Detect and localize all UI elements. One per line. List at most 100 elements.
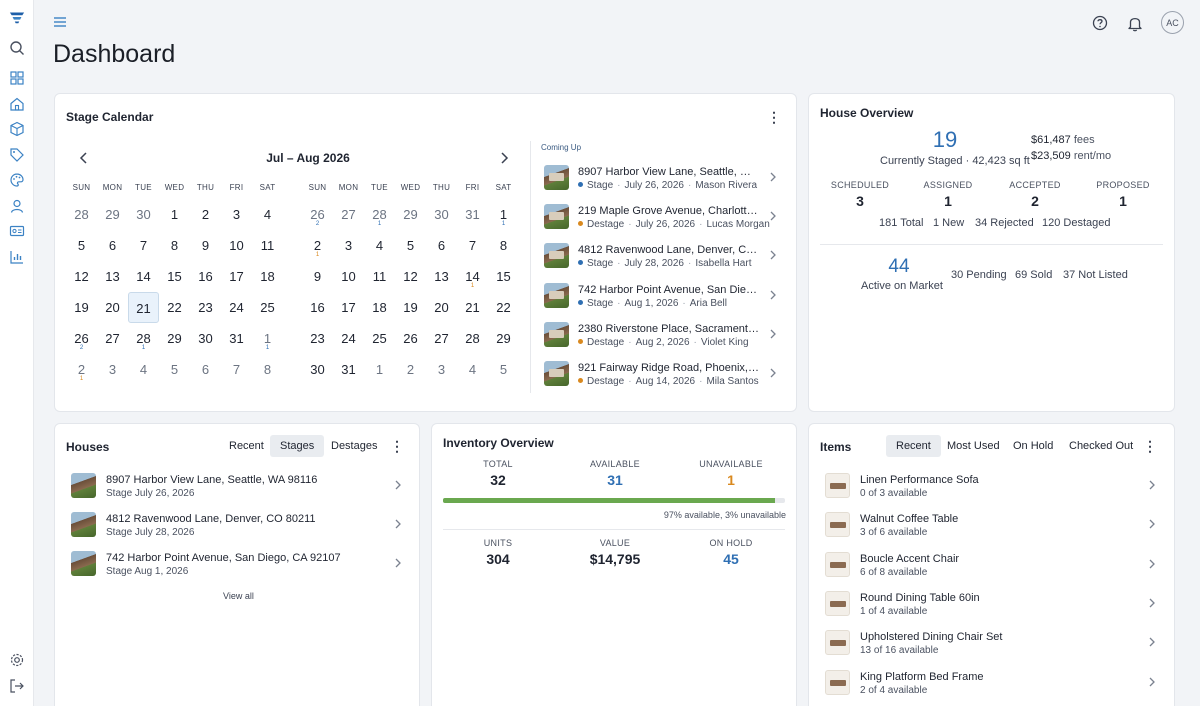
calendar-prev-icon[interactable] bbox=[77, 151, 91, 165]
calendar-day[interactable]: 27 bbox=[426, 323, 457, 354]
calendar-day[interactable]: 23 bbox=[190, 292, 221, 323]
calendar-day[interactable]: 15 bbox=[159, 261, 190, 292]
calendar-day[interactable]: 20 bbox=[97, 292, 128, 323]
calendar-day[interactable]: 5 bbox=[66, 230, 97, 261]
calendar-day[interactable]: 21 bbox=[302, 230, 333, 261]
chevron-right-icon[interactable] bbox=[1147, 597, 1157, 609]
calendar-day[interactable]: 28 bbox=[66, 199, 97, 230]
calendar-day[interactable]: 4 bbox=[457, 354, 488, 385]
calendar-day[interactable]: 11 bbox=[252, 323, 283, 354]
calendar-day[interactable]: 10 bbox=[221, 230, 252, 261]
calendar-day[interactable]: 11 bbox=[488, 199, 519, 230]
coming-up-item[interactable]: 219 Maple Grove Avenue, Charlotte, NC 28… bbox=[541, 199, 781, 235]
calendar-day[interactable]: 3 bbox=[97, 354, 128, 385]
calendar-day[interactable]: 7 bbox=[221, 354, 252, 385]
items-tab-most-used[interactable]: Most Used bbox=[937, 435, 1010, 457]
calendar-day[interactable]: 30 bbox=[302, 354, 333, 385]
calendar-day[interactable]: 29 bbox=[488, 323, 519, 354]
chevron-right-icon[interactable] bbox=[1147, 558, 1157, 570]
calendar-day[interactable]: 28 1 bbox=[364, 199, 395, 230]
chevron-right-icon[interactable] bbox=[768, 171, 778, 183]
coming-up-item[interactable]: 4812 Ravenwood Lane, Denver, CO 80211Sta… bbox=[541, 238, 781, 274]
calendar-day[interactable]: 29 bbox=[395, 199, 426, 230]
item-list-item[interactable]: Walnut Coffee Table 3 of 6 available bbox=[821, 507, 1163, 546]
calendar-day[interactable]: 1 bbox=[159, 199, 190, 230]
calendar-more-icon[interactable]: ⋮ bbox=[767, 110, 781, 124]
chevron-right-icon[interactable] bbox=[393, 557, 403, 569]
calendar-day[interactable]: 20 bbox=[426, 292, 457, 323]
calendar-day[interactable]: 2 bbox=[190, 199, 221, 230]
item-list-item[interactable]: King Platform Bed Frame 2 of 4 available bbox=[821, 665, 1163, 704]
calendar-day[interactable]: 31 bbox=[221, 323, 252, 354]
id-card-icon[interactable] bbox=[9, 223, 25, 239]
calendar-day[interactable]: 24 bbox=[221, 292, 252, 323]
calendar-day[interactable]: 25 bbox=[252, 292, 283, 323]
calendar-day[interactable]: 26 2 bbox=[66, 323, 97, 354]
calendar-day[interactable]: 13 bbox=[97, 261, 128, 292]
calendar-day[interactable]: 13 bbox=[426, 261, 457, 292]
chevron-right-icon[interactable] bbox=[768, 249, 778, 261]
calendar-day[interactable]: 10 bbox=[333, 261, 364, 292]
calendar-day[interactable]: 21 bbox=[66, 354, 97, 385]
calendar-day[interactable]: 2 bbox=[395, 354, 426, 385]
calendar-day[interactable]: 4 bbox=[252, 199, 283, 230]
calendar-day[interactable]: 30 bbox=[128, 199, 159, 230]
items-tab-recent[interactable]: Recent bbox=[886, 435, 941, 457]
calendar-day[interactable]: 25 bbox=[364, 323, 395, 354]
chevron-right-icon[interactable] bbox=[1147, 479, 1157, 491]
items-more-icon[interactable]: ⋮ bbox=[1143, 439, 1157, 453]
calendar-day[interactable]: 31 bbox=[333, 354, 364, 385]
calendar-day[interactable]: 27 bbox=[97, 323, 128, 354]
chevron-right-icon[interactable] bbox=[1147, 636, 1157, 648]
calendar-day[interactable]: 8 bbox=[159, 230, 190, 261]
items-tab-on-hold[interactable]: On Hold bbox=[1003, 435, 1063, 457]
calendar-day[interactable]: 11 bbox=[364, 261, 395, 292]
calendar-day[interactable]: 6 bbox=[97, 230, 128, 261]
calendar-day[interactable]: 18 bbox=[252, 261, 283, 292]
item-list-item[interactable]: Round Dining Table 60in 1 of 4 available bbox=[821, 586, 1163, 625]
logout-icon[interactable] bbox=[9, 678, 25, 694]
houses-more-icon[interactable]: ⋮ bbox=[390, 439, 404, 453]
calendar-day[interactable]: 3 bbox=[221, 199, 252, 230]
house-list-item[interactable]: 4812 Ravenwood Lane, Denver, CO 80211 St… bbox=[67, 507, 407, 546]
calendar-day[interactable]: 7 bbox=[128, 230, 159, 261]
calendar-day[interactable]: 29 bbox=[97, 199, 128, 230]
item-list-item[interactable]: Boucle Accent Chair 6 of 8 available bbox=[821, 547, 1163, 586]
calendar-day[interactable]: 9 bbox=[190, 230, 221, 261]
item-list-item[interactable]: Linen Performance Sofa 0 of 3 available bbox=[821, 468, 1163, 507]
calendar-day[interactable]: 16 bbox=[302, 292, 333, 323]
calendar-day[interactable]: 6 bbox=[190, 354, 221, 385]
calendar-day[interactable]: 5 bbox=[395, 230, 426, 261]
palette-icon[interactable] bbox=[9, 172, 25, 188]
calendar-day[interactable]: 22 bbox=[159, 292, 190, 323]
calendar-day[interactable]: 12 bbox=[66, 261, 97, 292]
calendar-day[interactable]: 24 bbox=[333, 323, 364, 354]
reports-icon[interactable] bbox=[9, 249, 25, 265]
calendar-day[interactable]: 5 bbox=[488, 354, 519, 385]
item-list-item[interactable]: Upholstered Dining Chair Set 13 of 16 ava… bbox=[821, 625, 1163, 664]
calendar-day[interactable]: 8 bbox=[488, 230, 519, 261]
calendar-day[interactable]: 16 bbox=[190, 261, 221, 292]
calendar-day[interactable]: 3 bbox=[426, 354, 457, 385]
app-logo[interactable] bbox=[9, 9, 27, 27]
houses-tab-recent[interactable]: Recent bbox=[219, 435, 274, 457]
calendar-day[interactable]: 30 bbox=[426, 199, 457, 230]
calendar-day[interactable]: 18 bbox=[364, 292, 395, 323]
calendar-day[interactable]: 14 bbox=[128, 261, 159, 292]
house-list-item[interactable]: 742 Harbor Point Avenue, San Diego, CA 9… bbox=[67, 546, 407, 585]
calendar-day[interactable]: 26 2 bbox=[302, 199, 333, 230]
calendar-day[interactable]: 12 bbox=[395, 261, 426, 292]
calendar-day[interactable]: 29 bbox=[159, 323, 190, 354]
bell-icon[interactable] bbox=[1126, 14, 1144, 32]
chevron-right-icon[interactable] bbox=[393, 479, 403, 491]
calendar-day[interactable]: 19 bbox=[395, 292, 426, 323]
calendar-day[interactable]: 3 bbox=[333, 230, 364, 261]
user-icon[interactable] bbox=[9, 198, 25, 214]
calendar-day[interactable]: 26 bbox=[395, 323, 426, 354]
chevron-right-icon[interactable] bbox=[393, 518, 403, 530]
chevron-right-icon[interactable] bbox=[1147, 676, 1157, 688]
coming-up-item[interactable]: 921 Fairway Ridge Road, Phoenix, AZ 8501… bbox=[541, 356, 781, 392]
calendar-day[interactable]: 23 bbox=[302, 323, 333, 354]
calendar-day[interactable]: 17 bbox=[333, 292, 364, 323]
calendar-day[interactable]: 15 bbox=[488, 261, 519, 292]
